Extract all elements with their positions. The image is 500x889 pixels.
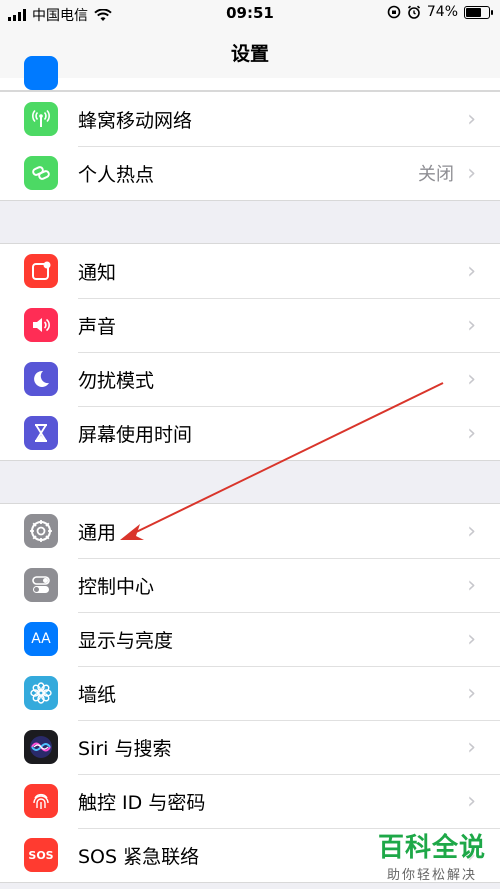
chevron-right-icon: › xyxy=(467,788,476,814)
setting-label: 触控 ID 与密码 xyxy=(78,791,206,814)
chevron-right-icon: › xyxy=(467,734,476,760)
setting-row-general[interactable]: 通用 › xyxy=(0,504,500,558)
settings-group-general: 通用 › 控制中心 › AA 显示与亮度 › 墙纸 › Siri 与搜索 › 触… xyxy=(0,503,500,883)
settings-group-alerts: 通知 › 声音 › 勿扰模式 › 屏幕使用时间 › xyxy=(0,243,500,461)
chevron-right-icon: › xyxy=(467,366,476,392)
sos-icon: SOS xyxy=(24,838,58,872)
setting-label: 控制中心 xyxy=(78,575,155,598)
setting-row-screen-time[interactable]: 屏幕使用时间 › xyxy=(0,406,500,460)
hotspot-link-icon xyxy=(24,156,58,190)
chevron-right-icon: › xyxy=(467,572,476,598)
chevron-right-icon: › xyxy=(467,160,476,186)
partial-row xyxy=(0,56,500,91)
battery-percent: 74% xyxy=(426,4,458,20)
setting-label: 墙纸 xyxy=(78,683,117,706)
toggles-icon xyxy=(24,568,58,602)
setting-label: 通用 xyxy=(78,521,117,544)
chevron-right-icon: › xyxy=(467,680,476,706)
status-right: 74% xyxy=(387,4,493,20)
chevron-right-icon: › xyxy=(467,312,476,338)
setting-label: 显示与亮度 xyxy=(78,629,174,652)
text-size-icon: AA xyxy=(24,622,58,656)
settings-group-connectivity: 蜂窝移动网络 › 个人热点 关闭 › xyxy=(0,91,500,201)
setting-row-touch-id[interactable]: 触控 ID 与密码 › xyxy=(0,774,500,828)
airplane-icon xyxy=(24,56,58,90)
chevron-right-icon: › xyxy=(467,420,476,446)
status-bar: 中国电信 09:51 74% xyxy=(0,0,500,26)
chevron-right-icon: › xyxy=(467,518,476,544)
setting-label: 声音 xyxy=(78,315,117,338)
setting-row-display[interactable]: AA 显示与亮度 › xyxy=(0,612,500,666)
watermark-logo: 百科全说 助你轻松解决 xyxy=(378,827,486,883)
setting-row-hotspot[interactable]: 个人热点 关闭 › xyxy=(0,146,500,200)
setting-label: Siri 与搜索 xyxy=(78,737,172,760)
moon-icon xyxy=(24,362,58,396)
notification-icon xyxy=(24,254,58,288)
alarm-icon xyxy=(407,5,420,19)
chevron-right-icon: › xyxy=(467,106,476,132)
orientation-lock-icon xyxy=(387,5,401,19)
setting-row-notifications[interactable]: 通知 › xyxy=(0,244,500,298)
fingerprint-icon xyxy=(24,784,58,818)
setting-label: SOS 紧急联络 xyxy=(78,845,200,868)
setting-row-control-center[interactable]: 控制中心 › xyxy=(0,558,500,612)
page-title: 设置 xyxy=(230,43,269,65)
setting-row-siri[interactable]: Siri 与搜索 › xyxy=(0,720,500,774)
siri-icon xyxy=(24,730,58,764)
antenna-icon xyxy=(24,102,58,136)
setting-label: 个人热点 xyxy=(78,163,155,186)
setting-label: 屏幕使用时间 xyxy=(78,423,193,446)
setting-label: 勿扰模式 xyxy=(78,369,155,392)
icon-glyph: AA xyxy=(31,631,51,647)
speaker-icon xyxy=(24,308,58,342)
watermark-subtitle: 助你轻松解决 xyxy=(386,868,477,883)
setting-label: 通知 xyxy=(78,261,117,284)
chevron-right-icon: › xyxy=(467,258,476,284)
battery-icon xyxy=(464,5,493,19)
setting-label: 蜂窝移动网络 xyxy=(78,109,193,132)
hourglass-icon xyxy=(24,416,58,450)
watermark-title: 百科全说 xyxy=(377,833,486,863)
nav-bar: 设置 xyxy=(0,26,500,79)
setting-value: 关闭 xyxy=(418,164,454,185)
chevron-right-icon: › xyxy=(467,626,476,652)
setting-row-sounds[interactable]: 声音 › xyxy=(0,298,500,352)
setting-row-wallpaper[interactable]: 墙纸 › xyxy=(0,666,500,720)
setting-row-do-not-disturb[interactable]: 勿扰模式 › xyxy=(0,352,500,406)
icon-glyph: SOS xyxy=(28,848,54,862)
flower-icon xyxy=(24,676,58,710)
battery-level xyxy=(466,7,481,17)
setting-row-cellular[interactable]: 蜂窝移动网络 › xyxy=(0,92,500,146)
gear-icon xyxy=(24,514,58,548)
